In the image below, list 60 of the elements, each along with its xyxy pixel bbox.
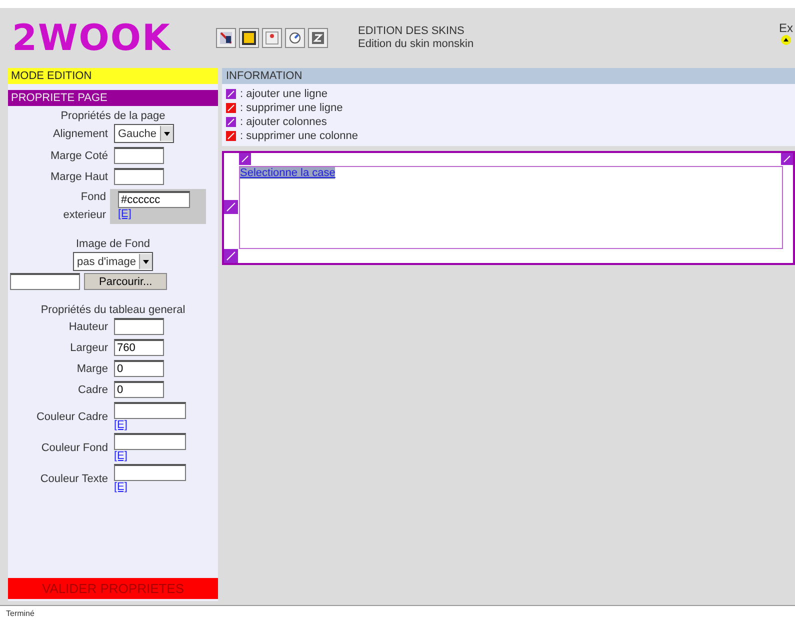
page-title: EDITION DES SKINS bbox=[358, 25, 466, 38]
field-label: Couleur Texte bbox=[39, 472, 108, 484]
field-label: Couleur Cadre bbox=[35, 410, 108, 422]
field-label: Fond bbox=[80, 191, 106, 203]
table-cell[interactable]: Selectionne la case bbox=[239, 166, 783, 249]
color-picker-link[interactable]: [E] bbox=[114, 450, 128, 462]
section-title: Propriétés de la page bbox=[60, 110, 166, 122]
toolbar-icon[interactable] bbox=[308, 28, 328, 48]
eject-icon[interactable] bbox=[780, 35, 791, 45]
field-label: Marge bbox=[76, 362, 108, 374]
add-icon bbox=[226, 117, 236, 127]
browse-button[interactable]: Parcourir... bbox=[84, 273, 168, 290]
mode-bar: MODE EDITION bbox=[8, 68, 218, 84]
color-picker-link[interactable]: [E] bbox=[114, 419, 128, 431]
panel-title: PROPRIETE PAGE bbox=[8, 90, 218, 106]
image-select[interactable]: pas d'image bbox=[73, 252, 153, 271]
delete-icon bbox=[226, 131, 236, 141]
toolbar-icon[interactable] bbox=[285, 28, 305, 48]
input-field[interactable] bbox=[114, 402, 186, 419]
add-icon bbox=[226, 89, 236, 99]
status-bar: Terminé bbox=[0, 605, 795, 620]
input-field[interactable]: #cccccc bbox=[118, 191, 190, 208]
field-label: Couleur Fond bbox=[40, 442, 108, 454]
logo: 2WOOK bbox=[12, 18, 172, 58]
input-field[interactable] bbox=[114, 318, 164, 335]
input-field[interactable]: 0 bbox=[114, 381, 164, 398]
input-field[interactable] bbox=[114, 147, 164, 164]
alignment-select[interactable]: Gauche bbox=[114, 124, 174, 143]
legend-text: : supprimer une colonne bbox=[240, 129, 358, 143]
add-row-icon[interactable] bbox=[224, 200, 238, 214]
field-label: Alignement bbox=[52, 128, 108, 140]
input-field[interactable]: 760 bbox=[114, 339, 164, 356]
field-label: Marge Haut bbox=[50, 170, 108, 182]
page-subtitle: Edition du skin monskin bbox=[358, 38, 475, 51]
field-label: Marge Coté bbox=[50, 150, 108, 162]
color-picker-link[interactable]: [E] bbox=[114, 481, 128, 493]
legend-text: : supprimer une ligne bbox=[240, 101, 343, 115]
legend-text: : ajouter une ligne bbox=[240, 87, 328, 101]
select-cell-link[interactable]: Selectionne la case bbox=[240, 166, 336, 179]
input-field[interactable] bbox=[114, 168, 164, 185]
input-field[interactable] bbox=[114, 464, 186, 481]
field-label: Cadre bbox=[77, 384, 108, 396]
delete-icon bbox=[226, 103, 236, 113]
field-label: Largeur bbox=[69, 342, 108, 354]
section-title: Propriétés du tableau general bbox=[40, 304, 186, 316]
panel-title: INFORMATION bbox=[222, 68, 795, 84]
field-label: Image de Fond bbox=[75, 238, 151, 250]
file-field[interactable] bbox=[10, 273, 80, 290]
input-field[interactable]: 0 bbox=[114, 360, 164, 377]
color-picker-link[interactable]: [E] bbox=[118, 208, 132, 220]
add-column-icon[interactable] bbox=[781, 153, 793, 165]
legend-text: : ajouter colonnes bbox=[240, 115, 327, 129]
add-row-icon[interactable] bbox=[224, 249, 238, 263]
exit-link[interactable]: Ex bbox=[778, 21, 793, 35]
field-label: Hauteur bbox=[68, 320, 108, 332]
input-field[interactable] bbox=[114, 433, 186, 450]
toolbar-icon[interactable] bbox=[239, 28, 259, 48]
toolbar-icon[interactable] bbox=[216, 28, 236, 48]
add-column-icon[interactable] bbox=[239, 153, 251, 165]
field-label: exterieur bbox=[63, 209, 106, 221]
